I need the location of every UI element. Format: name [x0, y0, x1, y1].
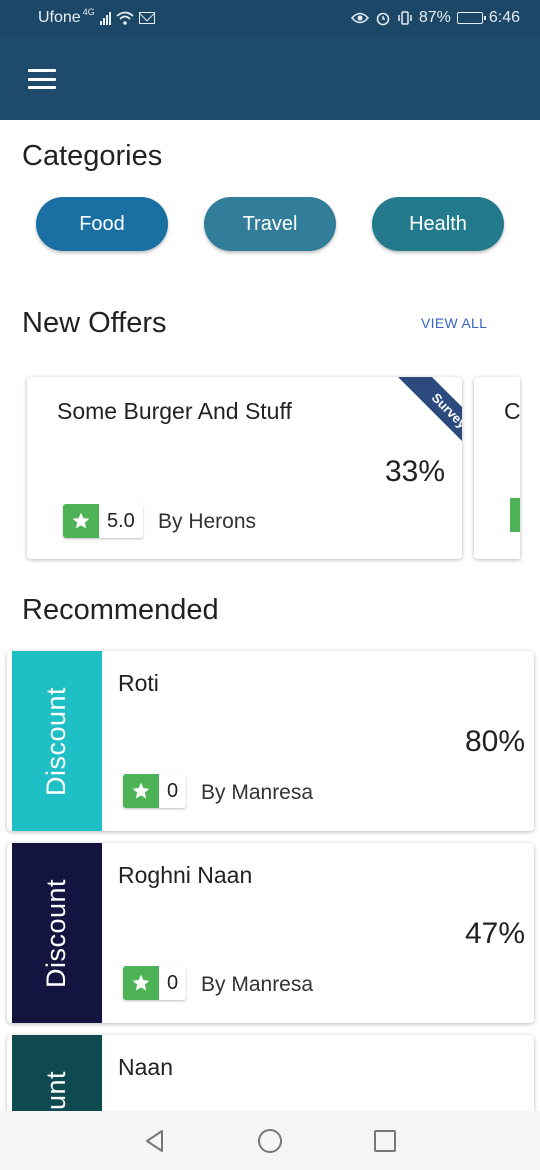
category-travel-button[interactable]: Travel — [204, 197, 336, 251]
rating-score: 5.0 — [107, 509, 135, 532]
recommended-card[interactable]: Discount Roghni Naan 47% 0 By Manresa — [7, 843, 534, 1023]
status-bar: Ufone 4G 87% 6:46 — [0, 0, 540, 36]
offer-title-partial: C — [504, 398, 520, 424]
offer-card-partial[interactable]: C — [474, 377, 520, 559]
mail-icon — [138, 12, 155, 24]
discount-tag-label: Discount — [41, 686, 72, 796]
clock-time: 6:46 — [488, 9, 520, 26]
survey-ribbon: Survey — [374, 377, 462, 465]
system-nav-bar — [0, 1111, 540, 1170]
star-icon — [123, 966, 159, 1000]
star-icon — [123, 774, 159, 808]
recommended-card[interactable]: Discount Roti 80% 0 By Manresa — [7, 651, 534, 831]
recommended-card-vendor: By Manresa — [201, 973, 314, 996]
wifi-icon — [116, 11, 134, 25]
ribbon-label: Survey — [394, 377, 462, 465]
category-health-button[interactable]: Health — [372, 197, 504, 251]
rating-badge: 0 — [123, 774, 187, 808]
offer-card[interactable]: Some Burger And Stuff Survey 33% 5.0 By … — [27, 377, 462, 559]
discount-tag-label: Discount — [41, 878, 72, 988]
recommended-card-title: Roghni Naan — [118, 862, 253, 888]
offer-title: Some Burger And Stuff — [57, 398, 292, 424]
recommended-card-percent: 80% — [464, 725, 525, 758]
carrier-name: Ufone — [38, 9, 81, 26]
offer-vendor: By Herons — [158, 510, 257, 533]
recommended-card-title: Naan — [118, 1054, 173, 1080]
rating-badge: 0 — [123, 966, 187, 1000]
app-bar — [0, 36, 540, 120]
offer-percent: 33% — [384, 455, 445, 488]
recommended-title: Recommended — [22, 594, 219, 626]
categories-title: Categories — [22, 140, 163, 172]
rating-score: 0 — [167, 971, 179, 994]
recommended-card-vendor: By Manresa — [201, 781, 314, 804]
battery-icon — [456, 12, 486, 24]
home-icon[interactable] — [257, 1128, 283, 1154]
recommended-card-percent: 47% — [464, 917, 525, 950]
hamburger-menu-icon[interactable] — [28, 69, 56, 89]
category-food-button[interactable]: Food — [36, 197, 168, 251]
status-right: 87% 6:46 — [350, 9, 520, 27]
eye-icon — [350, 12, 369, 24]
view-all-link[interactable]: VIEW ALL — [421, 315, 487, 331]
discount-tag: Discount — [12, 651, 102, 831]
star-icon-partial — [510, 498, 520, 532]
star-icon — [63, 504, 99, 538]
alarm-icon — [376, 12, 390, 26]
discount-tag: Discount — [12, 843, 102, 1023]
new-offers-title: New Offers — [22, 307, 167, 339]
network-type: 4G — [82, 7, 95, 17]
rating-badge: 5.0 — [63, 504, 143, 538]
battery-percent: 87% — [418, 9, 451, 26]
vibrate-icon — [398, 11, 412, 25]
back-icon[interactable] — [142, 1128, 168, 1154]
recommended-card-title: Roti — [118, 670, 159, 696]
status-left: Ufone 4G — [38, 7, 155, 27]
signal-icon — [99, 11, 111, 25]
rating-score: 0 — [167, 779, 179, 802]
recents-icon[interactable] — [372, 1128, 398, 1154]
